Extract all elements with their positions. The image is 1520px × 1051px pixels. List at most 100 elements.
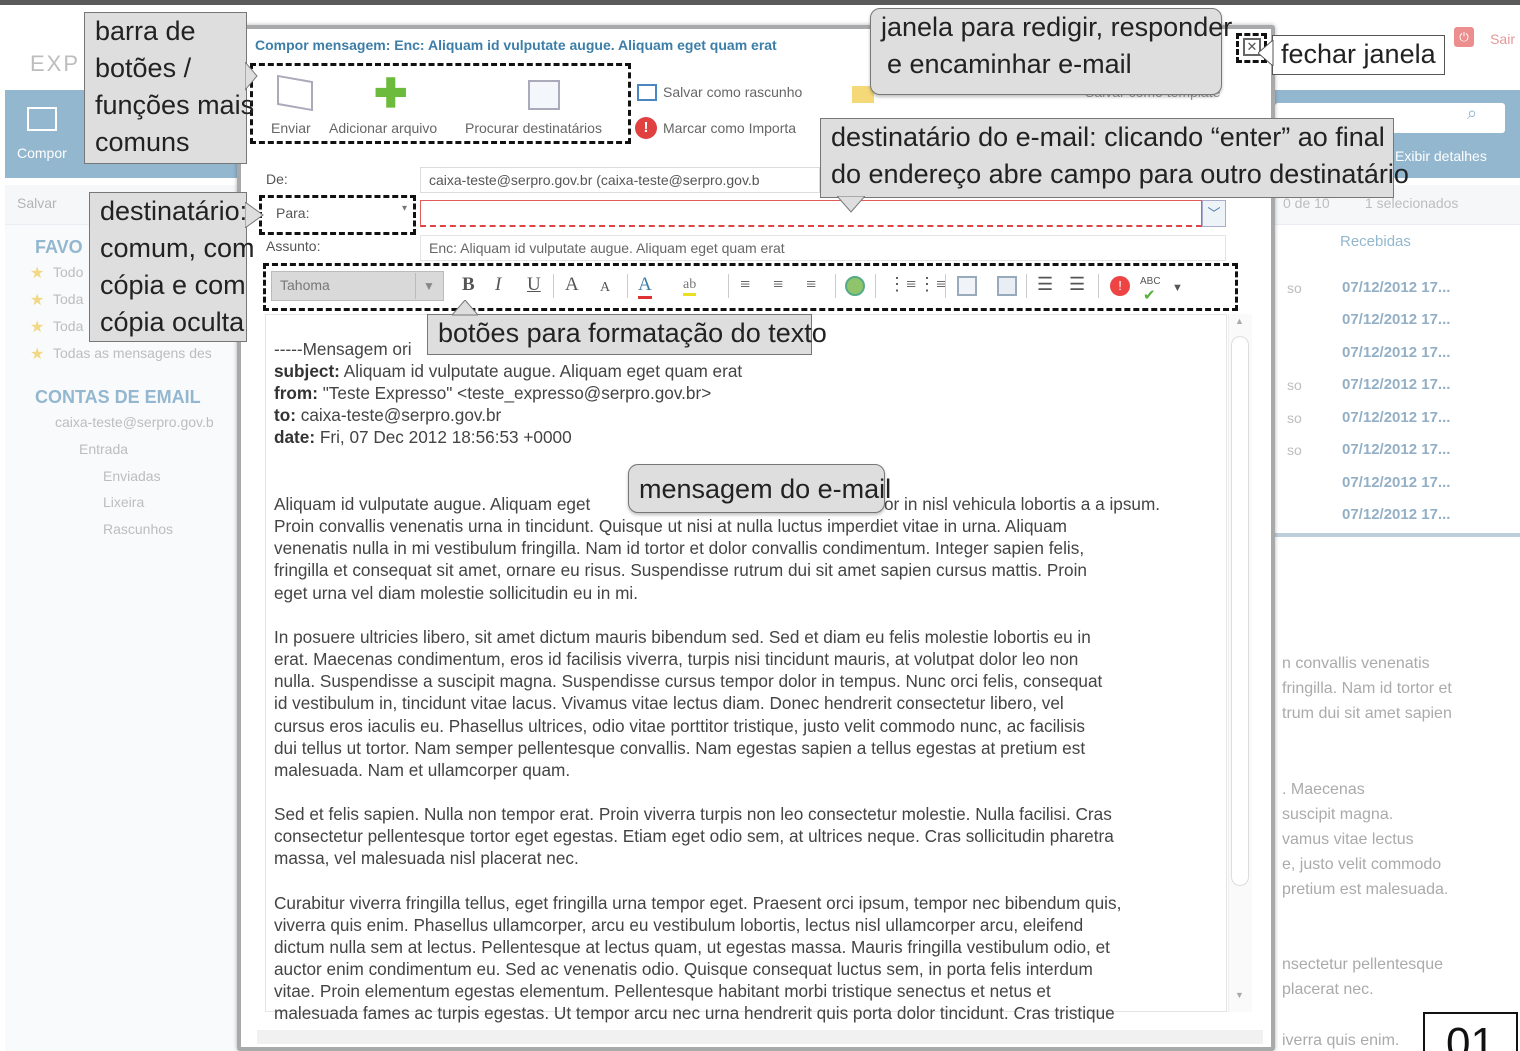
message-line: malesuada. Nam et ullamcorper quam.	[274, 759, 571, 780]
preview-line: e, justo velit commodo	[1282, 856, 1442, 873]
star-icon: ★	[30, 292, 45, 309]
star-icon: ★	[30, 346, 45, 363]
subject-label: Assunto:	[266, 238, 321, 254]
annotation-recipient-enter: destinatário do e-mail: clicando “enter”…	[820, 118, 1409, 198]
annotation-text: botões /	[95, 53, 192, 83]
annotation-text: funções mais	[95, 90, 255, 120]
recipient-type-highlight-box	[259, 195, 416, 235]
message-line: nulla. Suspendisse a suscipit magna. Sus…	[274, 671, 1103, 692]
message-sender[interactable]: so	[1287, 280, 1302, 296]
message-date[interactable]: 07/12/2012 17...	[1342, 279, 1450, 296]
message-date[interactable]: 07/12/2012 17...	[1342, 344, 1450, 361]
message-date[interactable]: 07/12/2012 17...	[1342, 409, 1450, 426]
message-line: Proin convallis venenatis urna in tincid…	[274, 516, 1067, 537]
message-date[interactable]: 07/12/2012 17...	[1342, 474, 1450, 491]
preview-line: . Maecenas	[1282, 781, 1365, 798]
message-sender[interactable]: so	[1287, 410, 1302, 426]
message-date[interactable]: 07/12/2012 17...	[1342, 506, 1450, 523]
message-line: dui tellus ut tortor. Nam semper pellent…	[274, 737, 1086, 758]
format-bar-highlight-box	[263, 263, 1238, 311]
message-sender[interactable]: so	[1287, 442, 1302, 458]
message-line: id vestibulum in, tincidunt vitae lacus.…	[274, 693, 1064, 714]
column-header-received[interactable]: Recebidas	[1340, 233, 1411, 250]
message-date[interactable]: 07/12/2012 17...	[1342, 441, 1450, 458]
sidebar-item-trash[interactable]: Lixeira	[103, 494, 144, 510]
message-line: malesuada fames ac turpis egestas. Ut te…	[274, 1003, 1115, 1024]
sidebar-item-all-messages[interactable]: Todas as mensagens des	[53, 345, 212, 361]
subject-field[interactable]: Enc: Aliquam id vulputate augue. Aliquam…	[420, 235, 1226, 261]
annotation-text: janela para redigir, responder	[881, 12, 1233, 42]
sidebar-item-sent[interactable]: Enviadas	[103, 468, 161, 484]
important-icon[interactable]: !	[635, 117, 657, 139]
to-field[interactable]	[420, 200, 1202, 227]
from-field[interactable]: caixa-teste@serpro.gov.br (caixa-teste@s…	[420, 167, 820, 193]
annotation-text: comum, com	[100, 233, 255, 263]
forward-header-line: -----Mensagem ori	[274, 339, 412, 359]
page-number-badge: 01	[1423, 1012, 1518, 1051]
compose-button[interactable]: Compor	[17, 145, 67, 161]
message-line: cursus eros iaculis eu. Phasellus ultric…	[274, 715, 1086, 736]
mark-important-button[interactable]: Marcar como Importa	[663, 120, 796, 136]
preview-line: fringilla. Nam id tortor et	[1282, 680, 1452, 697]
message-line: consectetur pellentesque tortor eget ege…	[274, 826, 1114, 847]
compose-envelope-icon[interactable]	[27, 107, 57, 131]
message-line: vitae. Proin elementum egestas elementum…	[274, 981, 1051, 1002]
logout-link[interactable]: Sair	[1490, 31, 1515, 47]
sidebar-item-drafts[interactable]: Rascunhos	[103, 521, 173, 537]
message-line: Curabitur viverra fringilla tellus, eget…	[274, 892, 1122, 913]
preview-line: iverra quis enim.	[1282, 1032, 1400, 1049]
message-line: venenatis nulla in mi vestibulum fringil…	[274, 538, 1085, 559]
annotation-text: comuns	[95, 127, 190, 157]
preview-line: suscipit magna.	[1282, 806, 1394, 823]
message-line: massa, vel malesuada nisl placerat nec.	[274, 848, 579, 869]
forward-header-line: to: caixa-teste@serpro.gov.br	[274, 405, 502, 425]
compose-footer	[257, 1030, 1263, 1044]
message-line: viverra quis enim. Phasellus ullamcorper…	[274, 914, 1084, 935]
power-icon[interactable]: ⏻	[1454, 27, 1474, 47]
message-sender[interactable]: so	[1287, 377, 1302, 393]
annotation-pointer	[452, 300, 478, 316]
star-icon: ★	[30, 265, 45, 282]
sidebar-item-inbox[interactable]: Entrada	[79, 441, 128, 457]
annotation-text: destinatário do e-mail: clicando “enter”…	[831, 122, 1385, 152]
preview-line: n convallis venenatis	[1282, 655, 1430, 672]
message-date[interactable]: 07/12/2012 17...	[1342, 311, 1450, 328]
annotation-text: barra de	[95, 16, 196, 46]
scroll-thumb[interactable]	[1231, 336, 1249, 886]
annotation-recipient-types: destinatário: comum, com cópia e com cóp…	[89, 192, 255, 342]
sidebar-account[interactable]: caixa-teste@serpro.gov.b	[55, 414, 214, 430]
annotation-format-buttons: botões para formatação do texto	[427, 314, 827, 355]
compose-window-title: Compor mensagem: Enc: Aliquam id vulputa…	[255, 37, 777, 53]
sidebar-item-favorite[interactable]: Toda	[53, 318, 83, 334]
message-line: In posuere ultricies libero, sit amet di…	[274, 626, 1091, 647]
scroll-down-icon[interactable]: ▼	[1235, 990, 1244, 1000]
sidebar-favorites-heading[interactable]: FAVO	[35, 237, 83, 258]
save-button[interactable]: Salvar	[17, 195, 57, 211]
search-icon[interactable]: ⌕	[1467, 103, 1477, 124]
message-line: eget urna vel diam molestie sollicitudin…	[274, 582, 638, 603]
preview-line: pretium est malesuada.	[1282, 881, 1449, 898]
message-line: fringilla et consequat sit amet, ornare …	[274, 560, 1087, 581]
preview-line: trum dui sit amet sapien	[1282, 705, 1452, 722]
chevron-down-icon[interactable]: ﹀	[1202, 200, 1226, 227]
sidebar-item-favorite[interactable]: Toda	[53, 291, 83, 307]
scroll-up-icon[interactable]: ▲	[1235, 316, 1244, 326]
annotation-text: cópia oculta	[100, 307, 245, 337]
preview-line: nsectetur pellentesque	[1282, 956, 1443, 973]
forward-header-line: subject: Aliquam id vulputate augue. Ali…	[274, 361, 743, 381]
forward-header-line: date: Fri, 07 Dec 2012 18:56:53 +0000	[274, 427, 572, 447]
annotation-pointer	[245, 202, 264, 228]
annotation-toolbar: barra de botões / funções mais comuns	[84, 12, 255, 164]
save-draft-button[interactable]: Salvar como rascunho	[663, 84, 802, 100]
annotation-text: e encaminhar e-mail	[887, 49, 1132, 79]
message-line: or in nisl vehicula lobortis a a ipsum.	[884, 494, 1161, 514]
sidebar-item-favorite[interactable]: Todo	[53, 264, 83, 280]
annotation-text: do endereço abre campo para outro destin…	[831, 159, 1409, 189]
message-date[interactable]: 07/12/2012 17...	[1342, 376, 1450, 393]
message-line: Sed et felis sapien. Nulla non tempor er…	[274, 804, 1112, 825]
message-line: erat. Maecenas condimentum, eros id faci…	[274, 649, 1079, 670]
star-icon: ★	[30, 319, 45, 336]
sidebar-accounts-heading[interactable]: CONTAS DE EMAIL	[35, 387, 201, 408]
save-draft-icon[interactable]	[637, 84, 657, 101]
from-label: De:	[266, 171, 288, 187]
